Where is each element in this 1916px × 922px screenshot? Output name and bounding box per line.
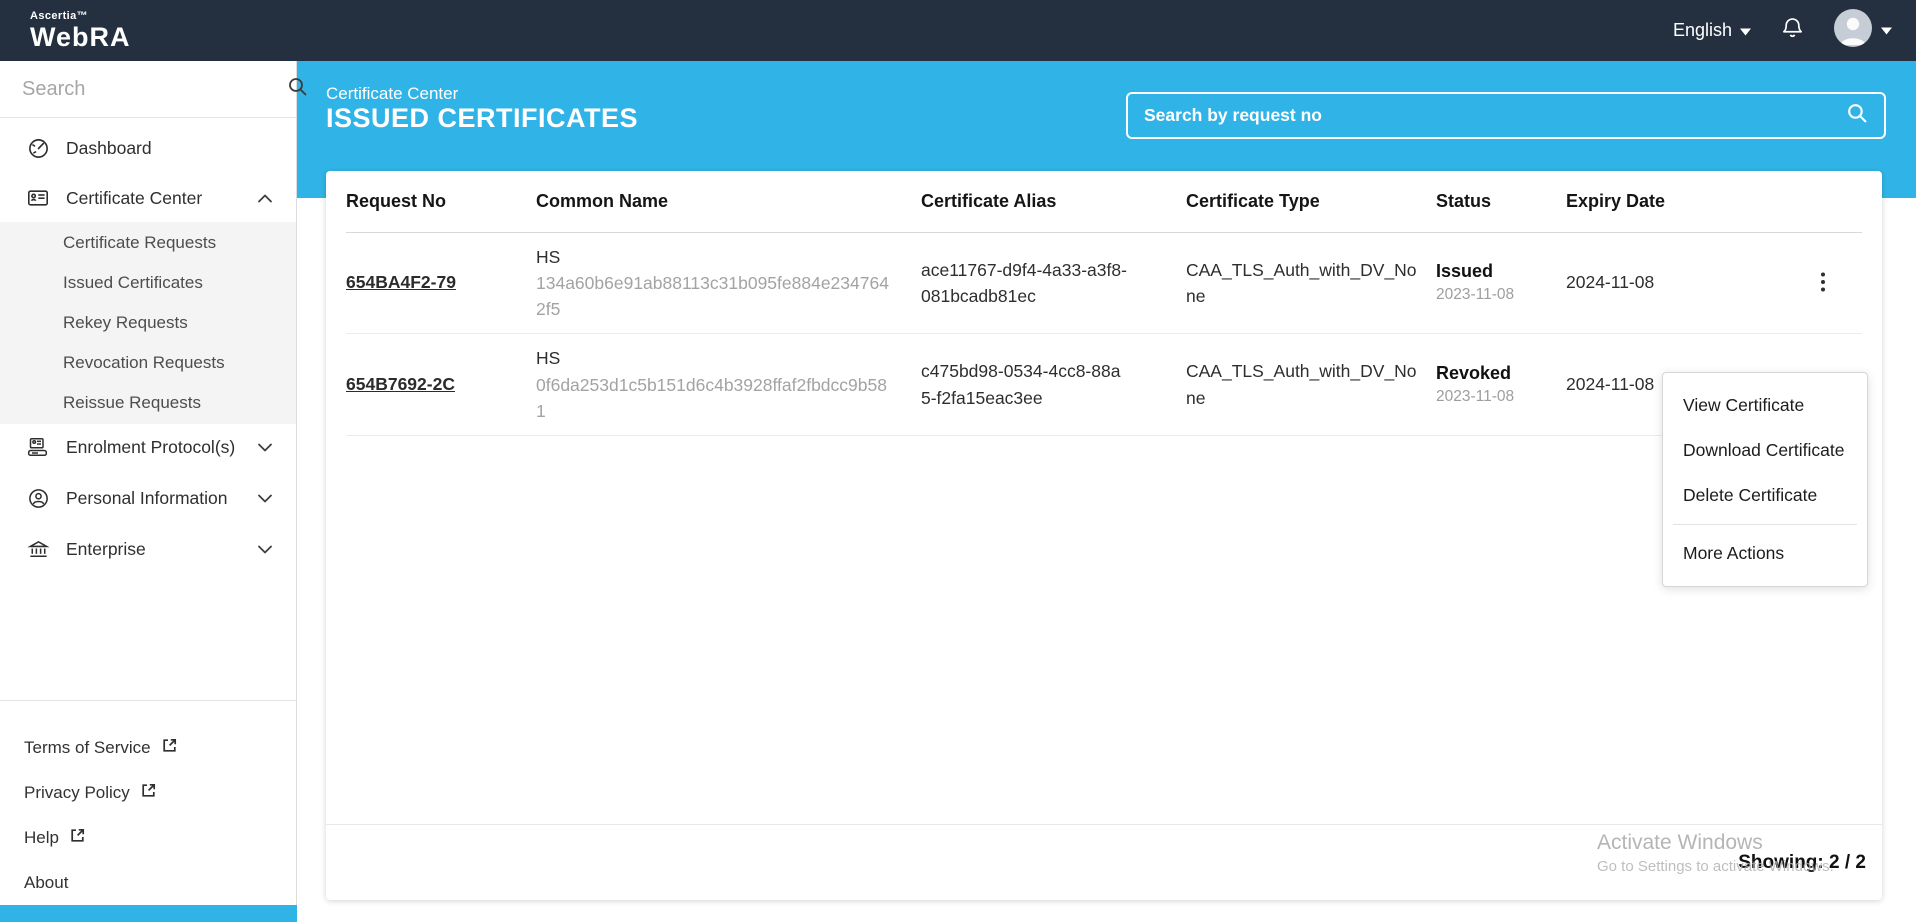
language-selector[interactable]: English (1673, 20, 1751, 41)
sidebar: Dashboard Certificate Center Certificate… (0, 61, 297, 905)
col-request-no: Request No (346, 171, 536, 232)
sidebar-item-enrolment-protocols[interactable]: Enrolment Protocol(s) (0, 422, 296, 472)
col-expiry-date: Expiry Date (1566, 171, 1812, 232)
view-certificate-menu-item[interactable]: View Certificate (1663, 383, 1867, 428)
table-row: 654BA4F2-79 HS 134a60b6e91ab88113c31b095… (346, 232, 1862, 334)
link-label: About (24, 873, 68, 893)
sidebar-subitem-certificate-requests[interactable]: Certificate Requests (0, 223, 296, 263)
certificate-center-submenu: Certificate Requests Issued Certificates… (0, 222, 296, 424)
enterprise-icon (26, 538, 50, 561)
activate-windows-watermark-sub: Go to Settings to activate Windows. (1597, 858, 1834, 875)
sidebar-search (0, 61, 296, 118)
external-link-icon (161, 737, 178, 759)
sidebar-item-dashboard[interactable]: Dashboard (0, 123, 296, 173)
caret-down-icon (1881, 22, 1892, 40)
row-actions-kebab-icon[interactable] (1812, 267, 1834, 297)
link-label: Terms of Service (24, 738, 151, 758)
caret-down-icon (1740, 20, 1751, 41)
certificate-alias-cell: c475bd98-0534-4cc8-88a5-f2fa15eac3ee (921, 358, 1127, 411)
brand-logo[interactable]: Ascertia™ WebRA (30, 11, 131, 51)
col-actions (1812, 171, 1862, 232)
chevron-up-icon (258, 194, 272, 203)
status-date: 2023-11-08 (1436, 286, 1552, 304)
certificate-type-cell: CAA_TLS_Auth_with_DV_None (1186, 358, 1422, 411)
language-label: English (1673, 20, 1732, 41)
issued-certificates-table: Request No Common Name Certificate Alias… (346, 171, 1862, 436)
sidebar-item-enterprise[interactable]: Enterprise (0, 524, 296, 574)
certificate-type-cell: CAA_TLS_Auth_with_DV_None (1186, 257, 1422, 310)
certificate-alias-cell: ace11767-d9f4-4a33-a3f8-081bcadb81ec (921, 257, 1127, 310)
avatar (1834, 9, 1872, 52)
top-navbar: Ascertia™ WebRA English (0, 0, 1916, 61)
chevron-down-icon (258, 494, 272, 503)
sidebar-item-label: Enrolment Protocol(s) (66, 437, 258, 458)
col-status: Status (1436, 171, 1566, 232)
status-badge: Revoked (1436, 363, 1552, 384)
bottom-accent-strip (0, 905, 297, 922)
personal-information-icon (26, 487, 50, 510)
dashboard-icon (26, 137, 50, 160)
delete-certificate-menu-item[interactable]: Delete Certificate (1663, 473, 1867, 518)
request-search-box (1126, 92, 1886, 139)
sidebar-item-personal-information[interactable]: Personal Information (0, 473, 296, 523)
brand-ascertia: Ascertia™ (30, 11, 131, 22)
download-certificate-menu-item[interactable]: Download Certificate (1663, 428, 1867, 473)
table-header-row: Request No Common Name Certificate Alias… (346, 171, 1862, 232)
external-link-icon (69, 827, 86, 849)
issued-certificates-card: Request No Common Name Certificate Alias… (326, 171, 1882, 900)
more-actions-menu-item[interactable]: More Actions (1663, 531, 1867, 576)
row-context-menu: View Certificate Download Certificate De… (1662, 372, 1868, 587)
activate-windows-watermark: Activate Windows (1597, 831, 1763, 855)
col-certificate-type: Certificate Type (1186, 171, 1436, 232)
sidebar-item-label: Certificate Center (66, 188, 258, 209)
request-no-link[interactable]: 654BA4F2-79 (346, 272, 456, 292)
request-search-input[interactable] (1144, 105, 1846, 126)
terms-of-service-link[interactable]: Terms of Service (0, 725, 296, 770)
sidebar-subitem-revocation-requests[interactable]: Revocation Requests (0, 343, 296, 383)
col-common-name: Common Name (536, 171, 921, 232)
sidebar-subitem-reissue-requests[interactable]: Reissue Requests (0, 383, 296, 423)
expiry-date-cell: 2024-11-08 (1566, 374, 1654, 394)
menu-divider (1673, 524, 1857, 525)
status-badge: Issued (1436, 261, 1552, 282)
col-certificate-alias: Certificate Alias (921, 171, 1186, 232)
notifications-button[interactable] (1779, 15, 1806, 47)
sidebar-item-label: Personal Information (66, 488, 258, 509)
status-date: 2023-11-08 (1436, 388, 1552, 406)
chevron-down-icon (258, 545, 272, 554)
sidebar-search-input[interactable] (22, 78, 287, 101)
sidebar-divider (0, 700, 296, 701)
expiry-date-cell: 2024-11-08 (1566, 272, 1654, 292)
common-name-cell: HS 0f6da253d1c5b151d6c4b3928ffaf2fbdcc9b… (536, 345, 907, 424)
search-icon[interactable] (287, 76, 308, 102)
about-link[interactable]: About (0, 860, 296, 905)
privacy-policy-link[interactable]: Privacy Policy (0, 770, 296, 815)
sidebar-subitem-rekey-requests[interactable]: Rekey Requests (0, 303, 296, 343)
help-link[interactable]: Help (0, 815, 296, 860)
link-label: Help (24, 828, 59, 848)
request-no-link[interactable]: 654B7692-2C (346, 374, 455, 394)
page-title: ISSUED CERTIFICATES (326, 103, 638, 134)
breadcrumb: Certificate Center (326, 84, 458, 104)
sidebar-item-certificate-center[interactable]: Certificate Center (0, 173, 296, 223)
sidebar-subitem-issued-certificates[interactable]: Issued Certificates (0, 263, 296, 303)
table-row: 654B7692-2C HS 0f6da253d1c5b151d6c4b3928… (346, 334, 1862, 436)
external-link-icon (140, 782, 157, 804)
enrolment-protocols-icon (26, 435, 50, 459)
certificate-center-icon (26, 186, 50, 210)
chevron-down-icon (258, 443, 272, 452)
user-menu[interactable] (1834, 9, 1892, 52)
brand-webra: WebRA (30, 24, 131, 51)
sidebar-item-label: Enterprise (66, 539, 258, 560)
bell-icon (1779, 15, 1806, 47)
link-label: Privacy Policy (24, 783, 130, 803)
search-icon[interactable] (1846, 102, 1868, 129)
sidebar-item-label: Dashboard (66, 138, 272, 159)
common-name-cell: HS 134a60b6e91ab88113c31b095fe884e234764… (536, 244, 907, 323)
